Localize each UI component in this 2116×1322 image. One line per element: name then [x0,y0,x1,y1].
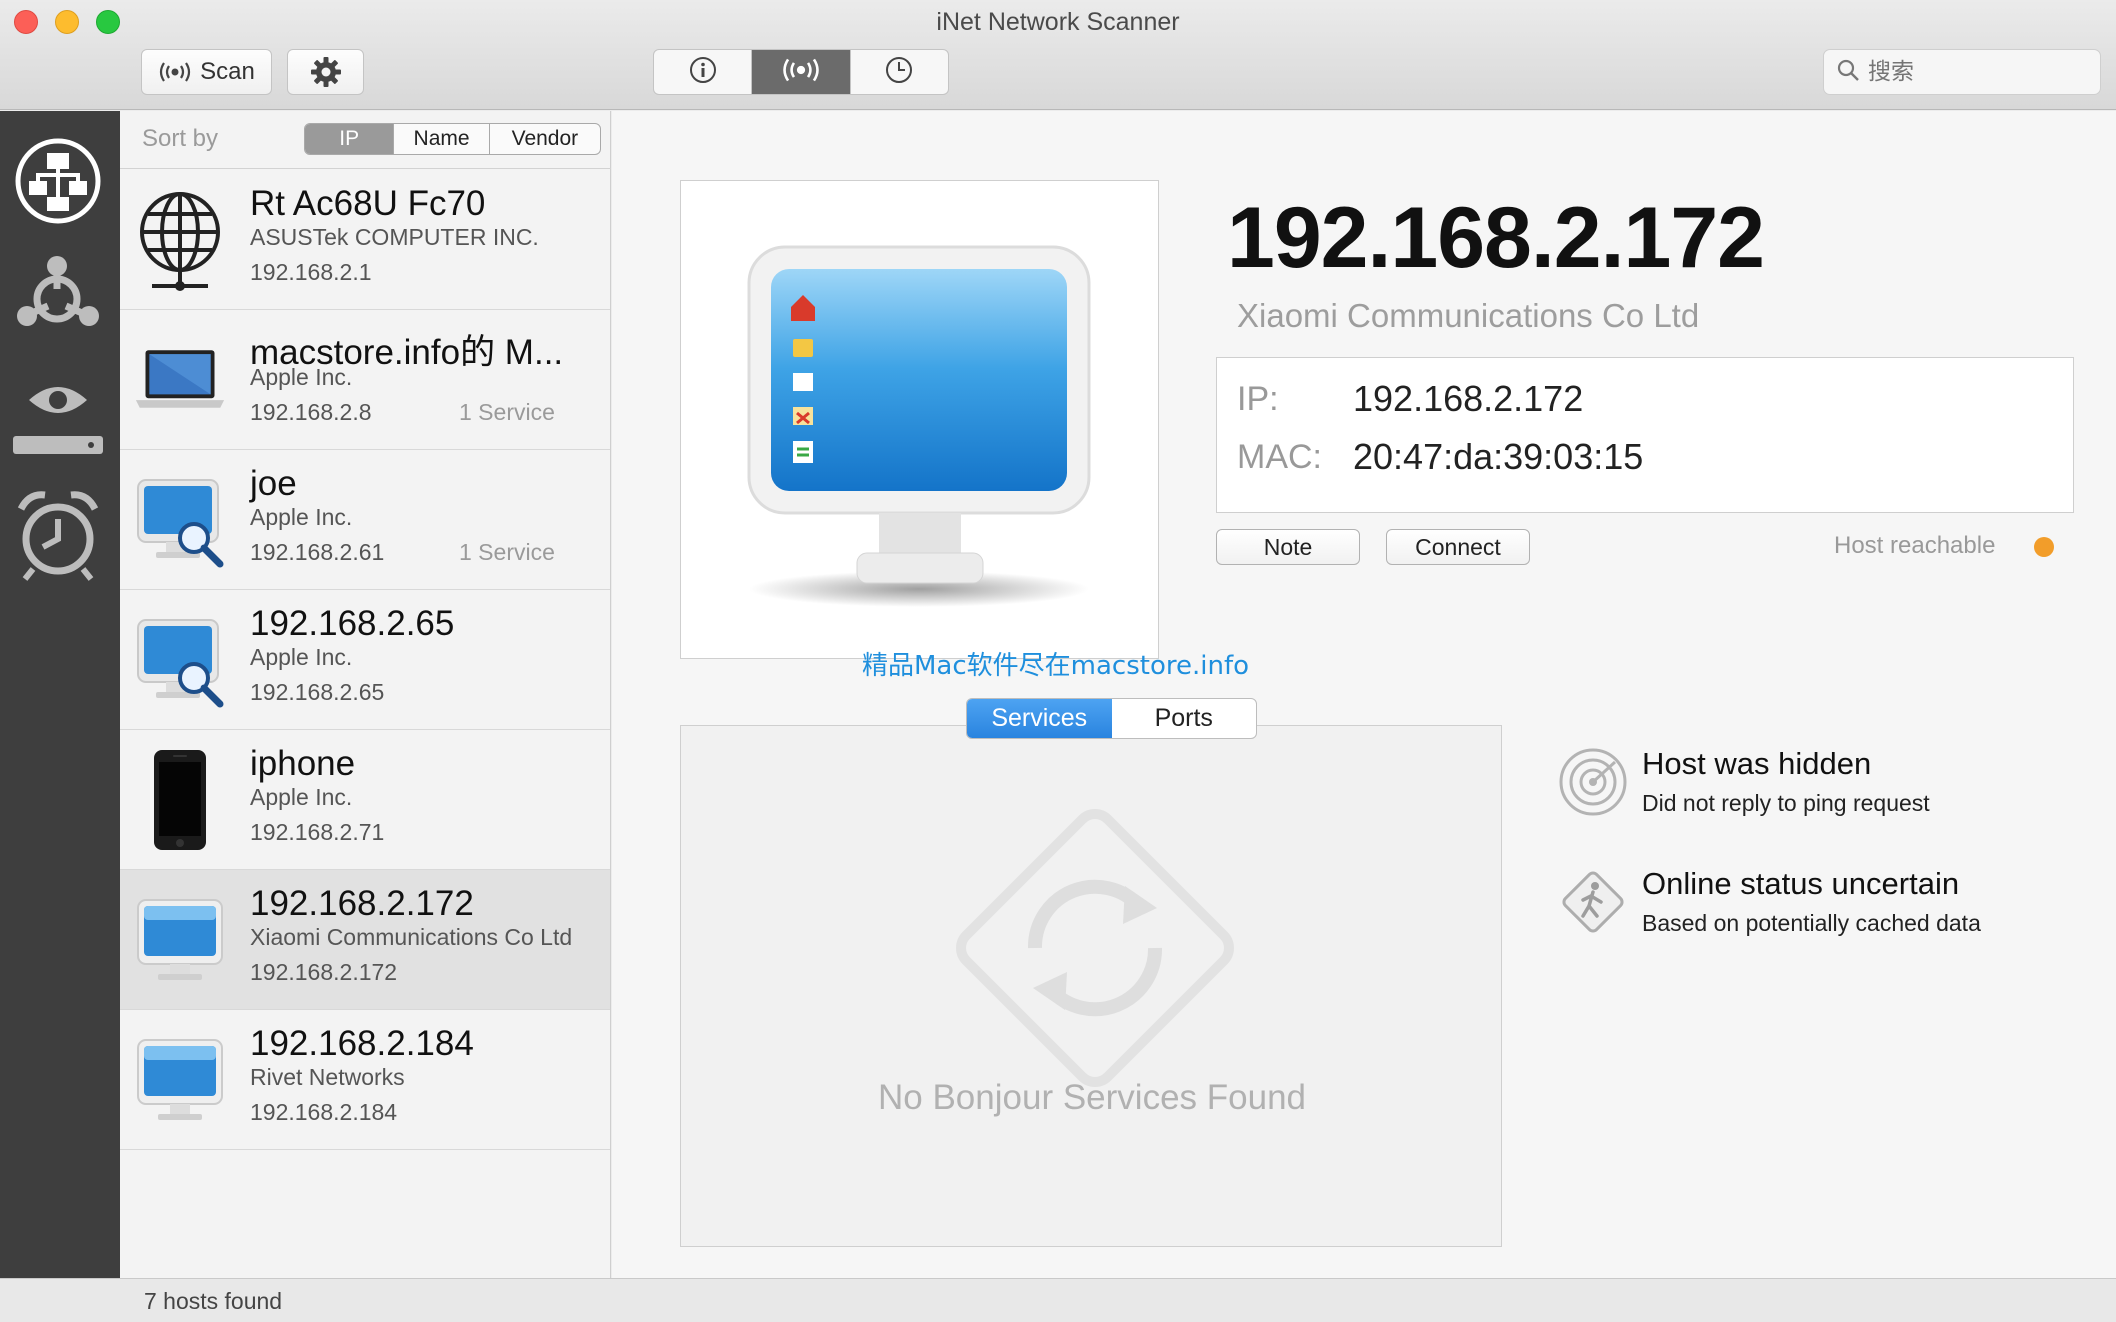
host-name: joe [250,464,297,503]
host-vendor: Apple Inc. [250,644,353,670]
host-name: 192.168.2.65 [250,604,455,643]
computer-icon [747,245,1091,607]
ip-label: IP: [1237,380,1279,418]
empty-services-message: No Bonjour Services Found [878,1078,1306,1117]
broadcast-icon [781,57,821,88]
host-vendor: Apple Inc. [250,784,353,810]
sort-bar: Sort by IP Name Vendor [120,111,611,169]
host-vendor: Apple Inc. [250,364,353,390]
host-ip: 192.168.2.61 [250,539,385,565]
sort-segments: IP Name Vendor [304,123,601,155]
host-row[interactable]: iphone Apple Inc. 192.168.2.71 [120,730,610,870]
gear-icon [310,56,342,88]
host-name: iphone [250,744,356,783]
host-ip: 192.168.2.65 [250,679,385,705]
sort-option-vendor[interactable]: Vendor [490,124,600,154]
search-field[interactable] [1823,49,2101,95]
services-panel: No Bonjour Services Found [680,725,1502,1247]
connect-button[interactable]: Connect [1386,529,1530,565]
host-title: 192.168.2.172 [1227,190,1765,286]
sort-option-ip[interactable]: IP [305,124,395,154]
monitor-search-icon [134,468,226,572]
search-icon [1836,58,1860,87]
info-icon [689,56,717,89]
mode-rail [0,111,120,1278]
globe-icon [134,188,226,292]
pedestrian-sign-icon [1557,866,1629,938]
reachability-label: Host reachable [1834,532,1996,559]
status-note-title: Host was hidden [1642,746,1872,781]
host-row-selected[interactable]: 192.168.2.172 Xiaomi Communications Co L… [120,870,610,1010]
host-vendor: Xiaomi Communications Co Ltd [250,924,573,950]
host-row[interactable]: 192.168.2.65 Apple Inc. 192.168.2.65 [120,590,610,730]
status-note-subtitle: Did not reply to ping request [1642,790,1930,816]
settings-button[interactable] [287,49,364,95]
monitor-search-icon [134,608,226,712]
status-note-title: Online status uncertain [1642,866,1960,901]
host-services: 1 Service [459,539,555,565]
network-icon[interactable] [10,133,106,229]
tab-ports[interactable]: Ports [1112,699,1257,738]
ip-value: 192.168.2.172 [1353,378,1584,419]
topology-icon[interactable] [10,251,106,347]
host-ip: 192.168.2.172 [250,959,398,985]
mac-value: 20:47:da:39:03:15 [1353,436,1644,477]
hosts-count: 7 hosts found [144,1288,283,1314]
host-ip: 192.168.2.8 [250,399,372,425]
sort-label: Sort by [142,125,219,152]
scan-segment[interactable] [752,50,851,94]
tab-services[interactable]: Services [967,699,1112,738]
host-ip: 192.168.2.184 [250,1099,398,1125]
scan-button-label: Scan [200,58,255,85]
host-row[interactable]: 192.168.2.184 Rivet Networks 192.168.2.1… [120,1010,610,1150]
monitor-icon [134,888,226,992]
host-name: 192.168.2.172 [250,884,474,923]
detail-tabs: Services Ports [966,698,1257,739]
reachability-indicator [2034,537,2054,557]
monitor-device-icon[interactable] [10,367,106,463]
address-box: IP: 192.168.2.172 MAC: 20:47:da:39:03:15 [1216,357,2074,513]
view-mode-segments [653,49,949,95]
host-vendor: Apple Inc. [250,504,353,530]
broadcast-icon [158,61,192,83]
host-row[interactable]: joe Apple Inc. 192.168.2.61 1 Service [120,450,610,590]
host-services: 1 Service [459,399,555,425]
watermark-text: 精品Mac软件尽在macstore.info [862,651,1250,681]
bonjour-empty-icon [956,809,1234,1087]
host-ip: 192.168.2.71 [250,819,385,845]
info-segment[interactable] [654,50,753,94]
status-bar: 7 hosts found [0,1278,2116,1322]
sort-option-name[interactable]: Name [394,124,490,154]
toolbar: iNet Network Scanner Scan [0,0,2116,110]
note-button[interactable]: Note [1216,529,1360,565]
host-vendor: ASUSTek COMPUTER INC. [250,224,539,250]
host-vendor-title: Xiaomi Communications Co Ltd [1237,297,1700,334]
device-preview [680,180,1159,659]
mac-label: MAC: [1237,438,1322,476]
host-row[interactable]: macstore.info的 M... Apple Inc. 192.168.2… [120,310,610,450]
window-title: iNet Network Scanner [936,8,1180,36]
host-list: Sort by IP Name Vendor Rt Ac68U Fc70 ASU… [120,111,611,1278]
radar-icon [1557,746,1629,818]
clock-icon [885,56,913,89]
host-name: 192.168.2.184 [250,1024,474,1063]
host-name: Rt Ac68U Fc70 [250,184,486,223]
alarm-icon[interactable] [10,487,106,583]
host-row[interactable]: Rt Ac68U Fc70 ASUSTek COMPUTER INC. 192.… [120,170,610,310]
host-ip: 192.168.2.1 [250,259,372,285]
status-note-subtitle: Based on potentially cached data [1642,910,1981,936]
host-vendor: Rivet Networks [250,1064,405,1090]
monitor-icon [134,1028,226,1132]
phone-icon [134,748,226,852]
history-segment[interactable] [851,50,948,94]
search-input[interactable] [1868,59,2088,85]
scan-button[interactable]: Scan [141,49,272,95]
host-detail: 192.168.2.172 Xiaomi Communications Co L… [612,111,2116,1278]
laptop-icon [134,328,226,432]
